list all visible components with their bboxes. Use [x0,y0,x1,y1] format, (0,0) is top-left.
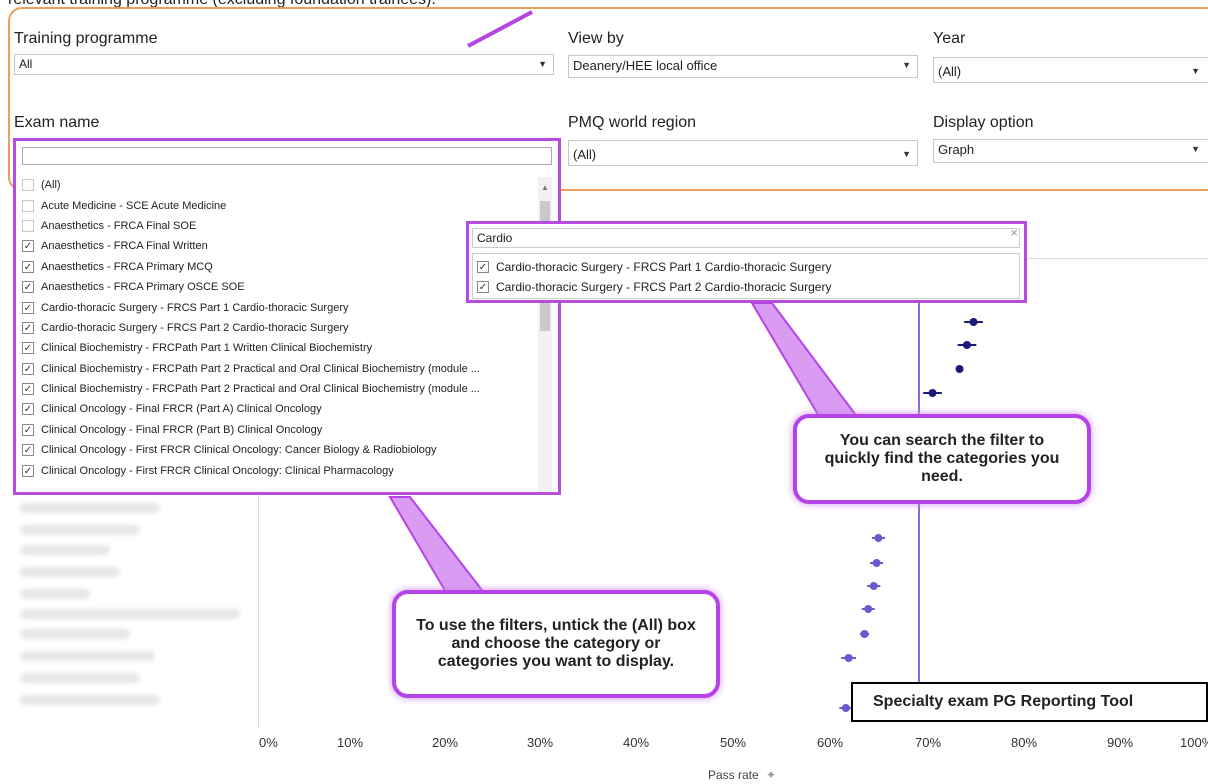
callout-tail [388,496,488,595]
filter-tip-callout: To use the filters, untick the (All) box… [392,590,720,698]
arrow-pointer-line [467,10,533,48]
filter-tip-text: To use the filters, untick the (All) box… [416,617,696,670]
search-tip-text: You can search the filter to quickly fin… [824,432,1060,485]
search-tip-callout: You can search the filter to quickly fin… [793,414,1091,504]
callout-tail [750,302,860,419]
brand-label: Specialty exam PG Reporting Tool [851,682,1208,722]
brand-text: Specialty exam PG Reporting Tool [873,693,1134,710]
